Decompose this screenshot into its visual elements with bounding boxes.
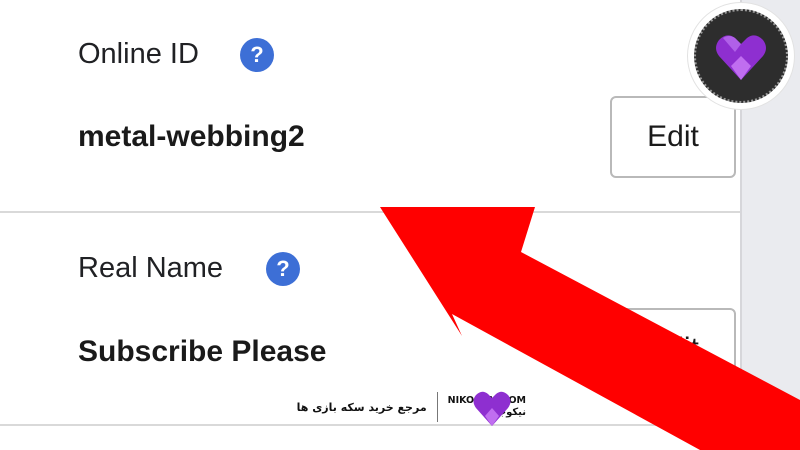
heart-logo-icon xyxy=(716,35,766,80)
nikogem-logo-badge xyxy=(688,3,794,109)
watermark-tagline: مرجع خرید سکه بازی ها xyxy=(296,400,427,414)
watermark-separator xyxy=(436,392,438,422)
watermark-heart-icon xyxy=(473,391,511,426)
account-profile-screen: Online ID ? metal-webbing2 Edit Real Nam… xyxy=(0,0,800,450)
